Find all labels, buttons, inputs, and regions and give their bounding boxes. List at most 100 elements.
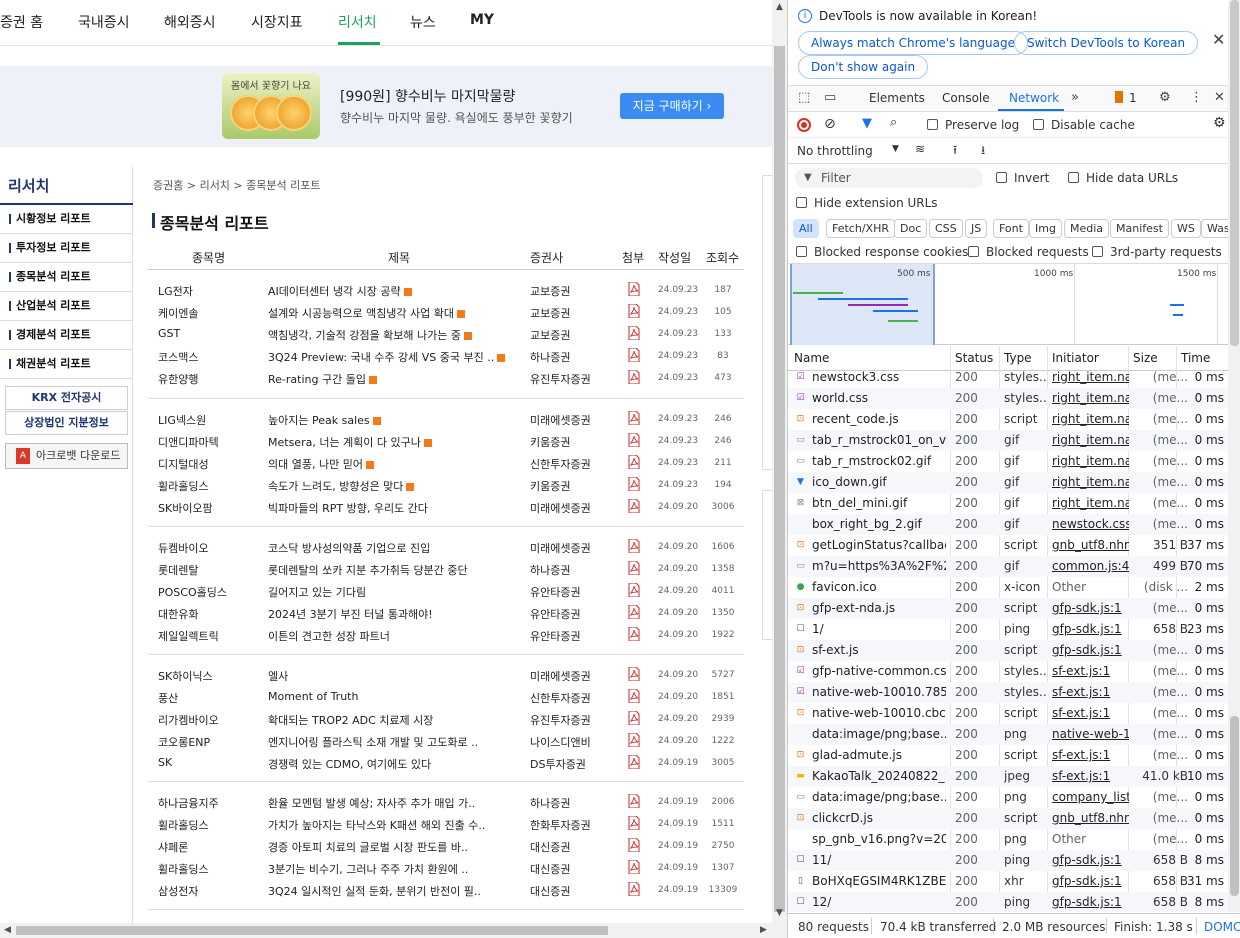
request-initiator[interactable]: sf-ext.js:1 <box>1052 685 1129 699</box>
request-row[interactable]: ▬ KakaoTalk_20240822_1... 200 jpeg sf-ext.js… <box>788 766 1228 787</box>
nav-my[interactable]: MY <box>470 12 494 28</box>
type-fetch-xhr[interactable]: Fetch/XHR <box>826 219 895 238</box>
stock-name[interactable]: 휠라홀딩스 <box>158 861 209 877</box>
table-row[interactable]: 휠라홀딩스 속도가 느려도, 방향성은 맞다 키움증권 24.09.23 194 <box>148 474 744 496</box>
match-language-button[interactable]: Always match Chrome's language <box>798 31 1028 55</box>
report-title-link[interactable]: 엔지니어링 플라스틱 소재 개발 및 고도화로 .. <box>268 734 478 750</box>
request-row[interactable]: ● favicon.ico 200 x-icon Other (disk ... 2 ms <box>788 577 1228 598</box>
request-name[interactable]: tab_r_mstrock02.gif <box>812 454 946 468</box>
stock-name[interactable]: 휠라홀딩스 <box>158 478 209 494</box>
stock-name[interactable]: SK하이닉스 <box>158 668 213 684</box>
nav-securities-home[interactable]: 증권 홈 <box>0 12 43 32</box>
request-name[interactable]: 11/ <box>812 853 946 867</box>
report-title-link[interactable]: 경쟁력 있는 CDMO, 여기에도 있다 <box>268 756 431 772</box>
request-name[interactable]: ico_down.gif <box>812 475 946 489</box>
request-name[interactable]: 12/ <box>812 895 946 909</box>
pdf-icon[interactable] <box>628 732 640 748</box>
request-name[interactable]: favicon.ico <box>812 580 946 594</box>
pdf-icon[interactable] <box>628 837 640 853</box>
pdf-icon[interactable] <box>628 432 640 448</box>
stock-name[interactable]: SK <box>158 756 172 769</box>
table-row[interactable]: 리가켐바이오 확대되는 TROP2 ADC 치료제 시장 유진투자증권 24.09.2… <box>148 708 744 730</box>
request-initiator[interactable]: sf-ext.js:1 <box>1052 706 1129 720</box>
request-row[interactable]: ☑ gfp-native-common.css 200 styles... sf-ext… <box>788 661 1228 682</box>
hide-data-urls-checkbox[interactable] <box>1068 172 1079 183</box>
col-type[interactable]: Type <box>1004 351 1032 365</box>
pdf-icon[interactable] <box>628 604 640 620</box>
nav-news[interactable]: 뉴스 <box>410 12 436 32</box>
request-initiator[interactable]: right_item.nav <box>1052 475 1129 489</box>
sidebar-item-investment-report[interactable]: 투자정보 리포트 <box>0 234 133 263</box>
request-row[interactable]: ☑ native-web-10010.785... 200 styles... sf-e… <box>788 682 1228 703</box>
scroll-left-icon[interactable]: ◀ <box>4 925 11 935</box>
stock-name[interactable]: SK바이오팜 <box>158 500 213 516</box>
request-name[interactable]: sf-ext.js <box>812 643 946 657</box>
request-row[interactable]: ☐ 1/200 ping gfp-sdk.js:1 658 B 23 ms <box>788 619 1228 640</box>
report-title-link[interactable]: 경증 아토피 치료의 글로벌 시장 판도를 바.. <box>268 839 468 855</box>
pdf-icon[interactable] <box>628 410 640 426</box>
request-initiator[interactable]: gfp-sdk.js:1 <box>1052 643 1129 657</box>
nav-domestic[interactable]: 국내증시 <box>78 12 130 32</box>
request-initiator[interactable]: right_item.nav <box>1052 433 1129 447</box>
tab-console[interactable]: Console <box>942 91 990 105</box>
report-title-link[interactable]: 3Q24 일시적인 실적 둔화, 분위기 반전이 필.. <box>268 883 481 899</box>
report-title-link[interactable]: 설계와 시공능력으로 액침냉각 사업 확대 <box>268 305 466 321</box>
request-row[interactable]: ▭ data:image/png;base... 200 png company_lis… <box>788 787 1228 808</box>
request-row[interactable]: data:image/png;base... 200 png native-web-1… <box>788 724 1228 745</box>
report-title-link[interactable]: AI데이터센터 냉각 시장 공략 <box>268 283 412 299</box>
switch-korean-button[interactable]: Switch DevTools to Korean <box>1014 31 1199 55</box>
report-title-link[interactable]: 속도가 느려도, 방향성은 맞다 <box>268 478 415 494</box>
col-status[interactable]: Status <box>955 351 993 365</box>
banner-headline[interactable]: [990원] 향수비누 마지막물량 <box>340 86 515 106</box>
close-devtools-icon[interactable]: ✕ <box>1214 90 1225 105</box>
stock-name[interactable]: 케이엔솔 <box>158 305 198 321</box>
table-row[interactable]: 대한유화 2024년 3분기 부진 터널 통과해야! 유안타증권 24.09.20 13… <box>148 602 744 624</box>
request-initiator[interactable]: Other <box>1052 580 1129 594</box>
request-initiator[interactable]: native-web-10 <box>1052 727 1129 741</box>
sidebar-item-company-report[interactable]: 종목분석 리포트 <box>0 263 133 292</box>
report-title-link[interactable]: Moment of Truth <box>268 690 358 703</box>
request-initiator[interactable]: gnb_utf8.nhn? <box>1052 538 1129 552</box>
request-row[interactable]: ⊡ native-web-10010.cbc... 200 script sf-ext.… <box>788 703 1228 724</box>
pdf-icon[interactable] <box>628 859 640 875</box>
stock-name[interactable]: 삼성전자 <box>158 883 198 899</box>
close-icon[interactable]: ✕ <box>1212 30 1225 49</box>
request-name[interactable]: recent_code.js <box>812 412 946 426</box>
type-js[interactable]: JS <box>965 219 988 238</box>
request-initiator[interactable]: gfp-sdk.js:1 <box>1052 601 1129 615</box>
report-title-link[interactable]: 가치가 높아지는 타낙스와 K패션 해외 진출 수.. <box>268 817 485 833</box>
report-title-link[interactable]: 3분기는 비수기, 그러나 주주 가치 환원에 .. <box>268 861 468 877</box>
report-title-link[interactable]: 코스닥 방사성의약품 기업으로 진입 <box>268 540 430 556</box>
inspect-icon[interactable]: ⬚ <box>798 90 810 105</box>
type-img[interactable]: Img <box>1029 219 1062 238</box>
search-icon[interactable]: ⌕ <box>890 115 897 130</box>
type-ws[interactable]: WS <box>1171 219 1201 238</box>
col-initiator[interactable]: Initiator <box>1052 351 1099 365</box>
request-initiator[interactable]: gfp-sdk.js:1 <box>1052 895 1129 909</box>
request-initiator[interactable]: sf-ext.js:1 <box>1052 664 1129 678</box>
listed-company-link[interactable]: 상장법인 지분정보 <box>5 411 128 435</box>
table-row[interactable]: 휠라홀딩스 3분기는 비수기, 그러나 주주 가치 환원에 .. 대신증권 24.09… <box>148 857 744 879</box>
stock-name[interactable]: 샤페론 <box>158 839 188 855</box>
sidebar-item-bond-report[interactable]: 채권분석 리포트 <box>0 350 133 379</box>
request-row[interactable]: ☐ 12/200 ping gfp-sdk.js:1 658 B 8 ms <box>788 892 1228 912</box>
krx-disclosure-link[interactable]: KRX 전자공시 <box>5 386 128 410</box>
table-row[interactable]: 케이엔솔 설계와 시공능력으로 액침냉각 사업 확대 교보증권 24.09.23 105 <box>148 301 744 323</box>
banner-image[interactable]: 몸에서 꽃향기 나요 <box>222 73 320 139</box>
request-row[interactable]: box_right_bg_2.gif 200 gif newstock.css (me.… <box>788 514 1228 535</box>
disable-cache-checkbox[interactable] <box>1033 119 1044 130</box>
scroll-up-icon[interactable]: ▲ <box>776 2 783 12</box>
table-row[interactable]: 풍산 Moment of Truth 신한투자증권 24.09.20 1851 <box>148 686 744 708</box>
sidebar-item-industry-report[interactable]: 산업분석 리포트 <box>0 292 133 321</box>
scrollbar-thumb[interactable] <box>16 926 608 935</box>
devtools-scrollbar[interactable] <box>1228 0 1240 346</box>
stock-name[interactable]: 코오롱ENP <box>158 734 210 750</box>
pdf-icon[interactable] <box>628 369 640 385</box>
report-title-link[interactable]: Re-rating 구간 돌입 <box>268 371 377 387</box>
table-row[interactable]: 디앤디파마텍 Metsera, 너는 계획이 다 있구나 키움증권 24.09.23 2… <box>148 430 744 452</box>
request-row[interactable]: ⊠ btn_del_mini.gif 200 gif right_item.nav (me… <box>788 493 1228 514</box>
pdf-icon[interactable] <box>628 626 640 642</box>
scrollbar-thumb[interactable] <box>1230 716 1239 896</box>
sidebar-item-market-report[interactable]: 시황정보 리포트 <box>0 205 133 234</box>
acrobat-download-button[interactable]: A 아크로뱃 다운로드 <box>5 443 128 469</box>
